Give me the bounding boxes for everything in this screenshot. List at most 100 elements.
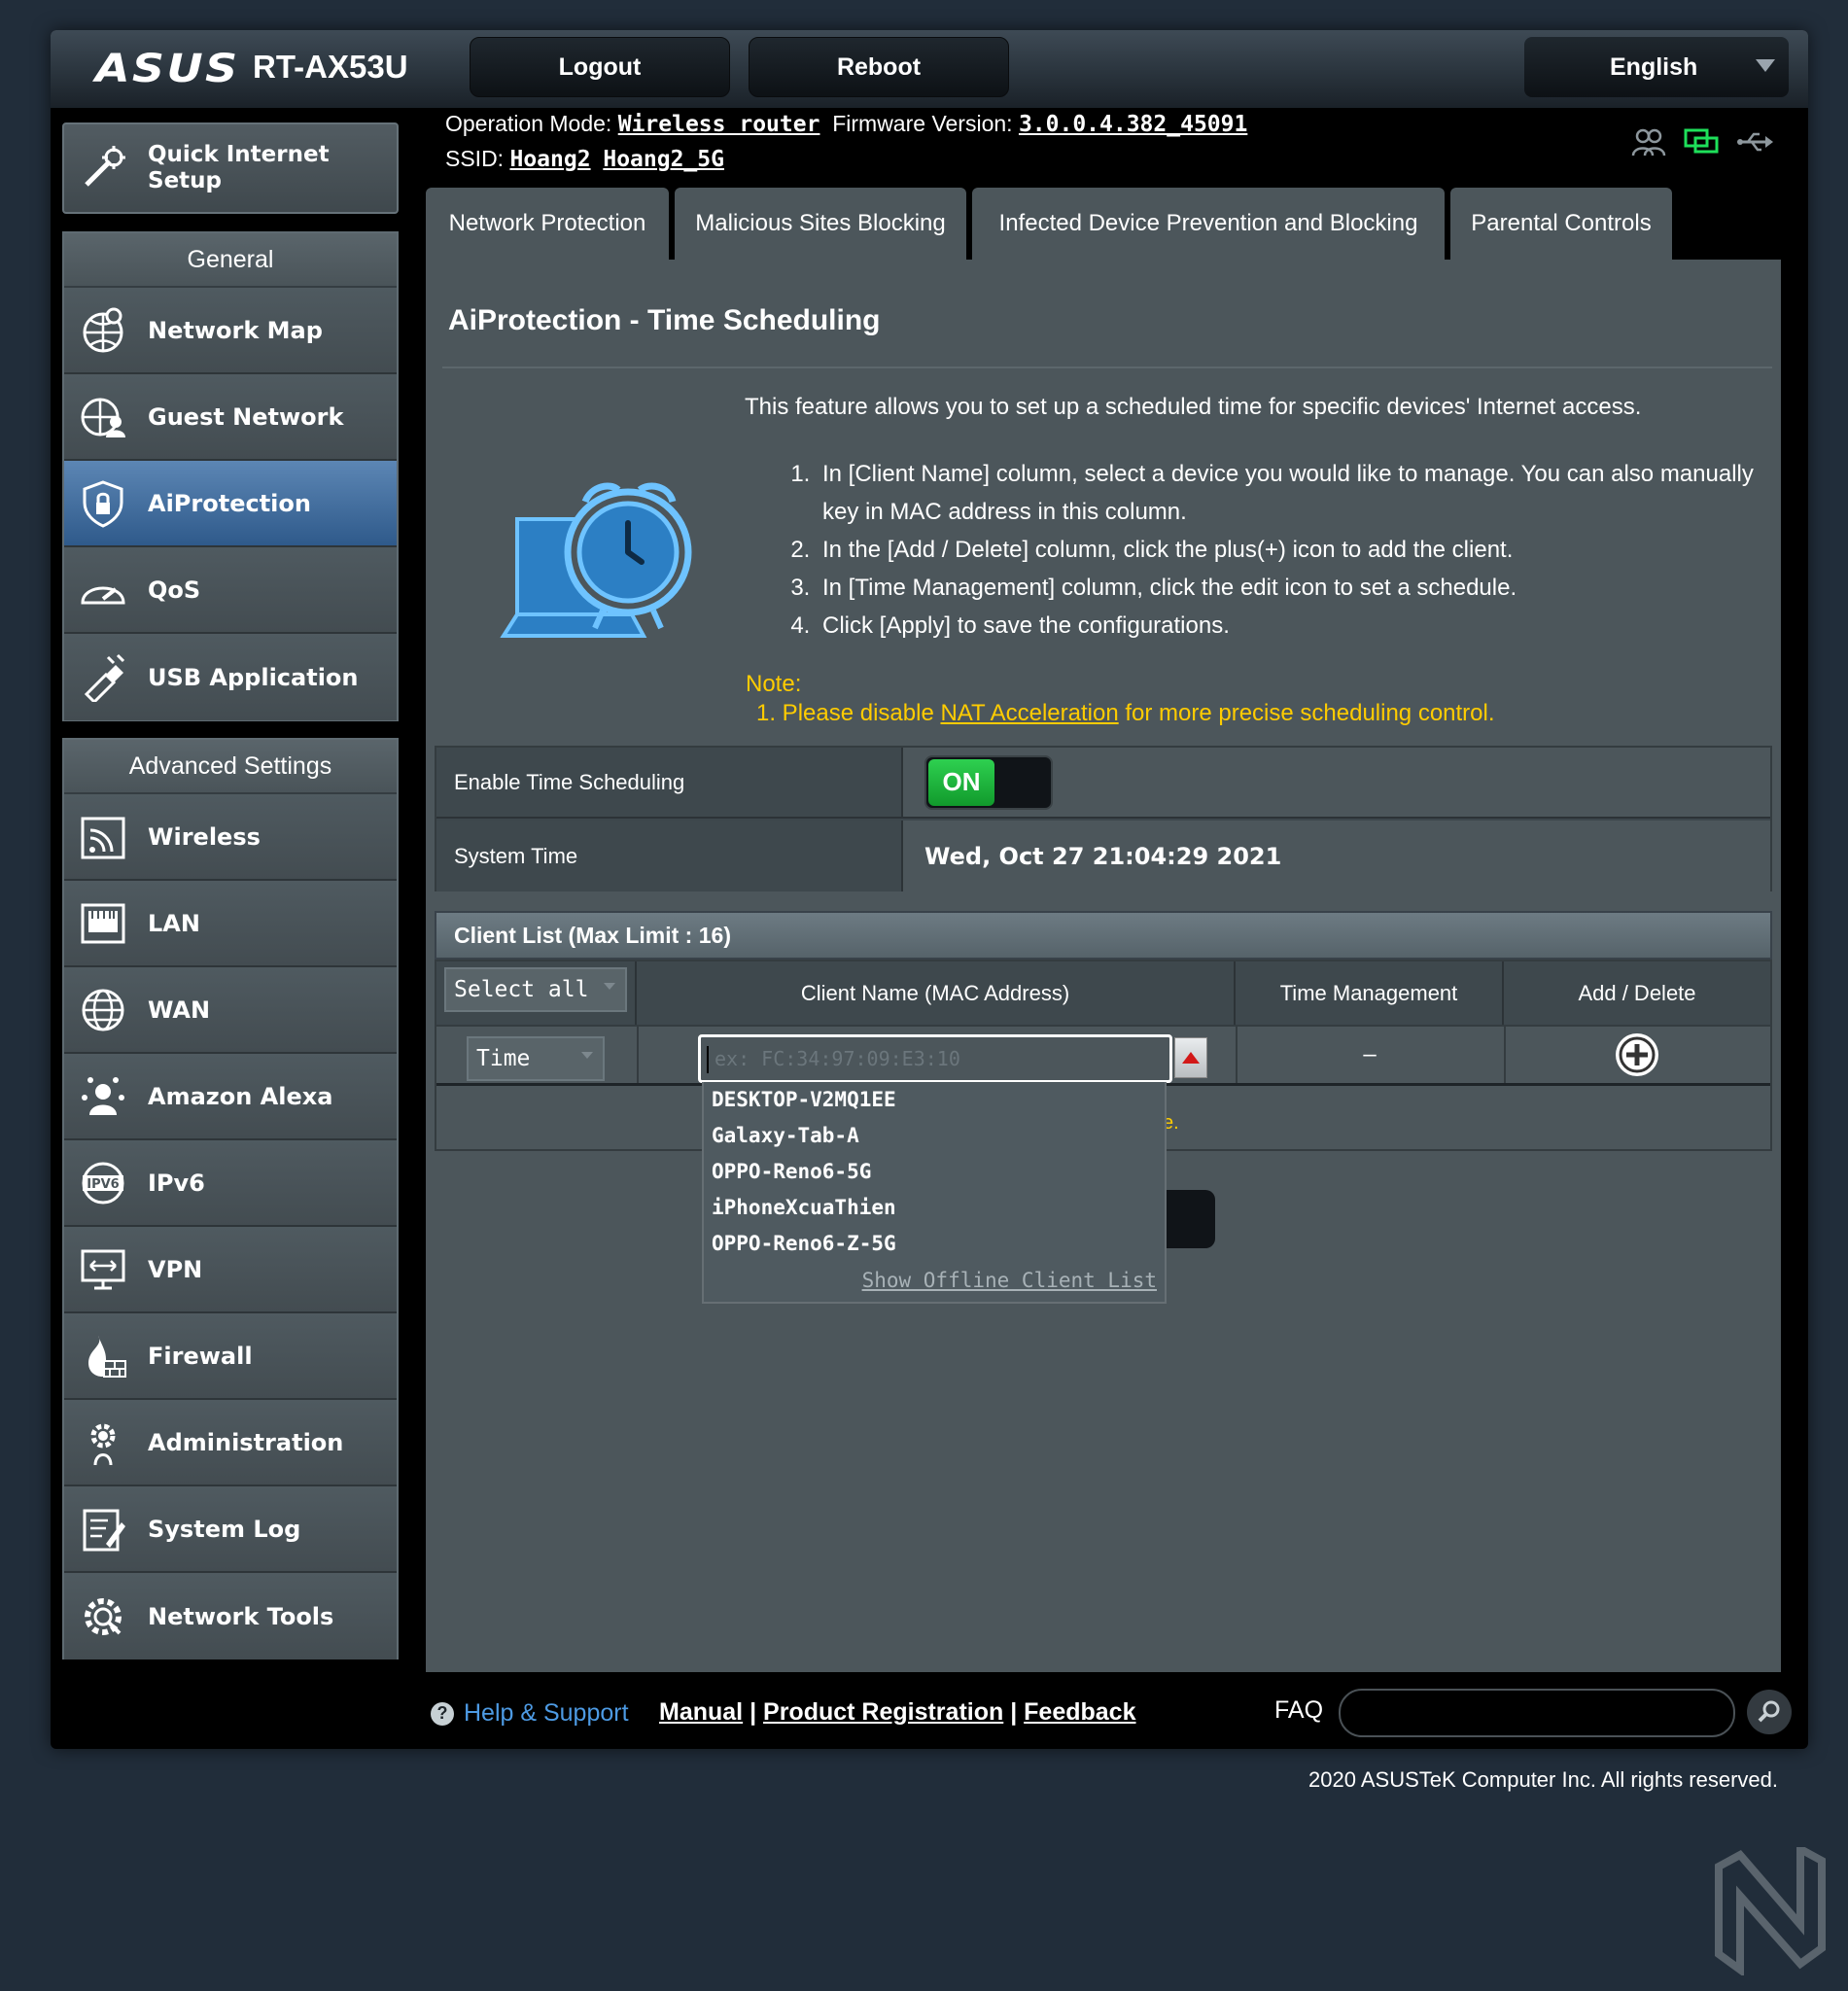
dropdown-client-item[interactable]: iPhoneXcuaThien xyxy=(712,1196,896,1219)
network-map-icon xyxy=(76,303,130,358)
dropdown-client-item[interactable]: DESKTOP-V2MQ1EE xyxy=(712,1088,896,1111)
enable-cell: ON xyxy=(903,748,1770,817)
sidebar-item-guest-network[interactable]: Guest Network xyxy=(64,374,397,461)
mac-address-input[interactable]: ex: FC:34:97:09:E3:10 xyxy=(698,1034,1172,1083)
dropdown-client-item[interactable]: Galaxy-Tab-A xyxy=(712,1124,859,1147)
system-log-icon xyxy=(76,1502,130,1556)
title-divider xyxy=(442,367,1772,368)
sidebar-item-wan[interactable]: WAN xyxy=(64,967,397,1054)
sidebar-item-network-map[interactable]: Network Map xyxy=(64,288,397,374)
time-scheduling-toggle[interactable]: ON xyxy=(924,754,1053,810)
instruction-step: In the [Add / Delete] column, click the … xyxy=(817,531,1769,569)
administration-icon xyxy=(76,1415,130,1470)
guest-network-icon xyxy=(76,390,130,444)
help-support[interactable]: ? Help & Support xyxy=(431,1699,629,1728)
sidebar-item-lan[interactable]: LAN xyxy=(64,881,397,967)
watermark-logo-icon xyxy=(1715,1847,1826,1975)
client-dropdown-toggle[interactable] xyxy=(1174,1037,1207,1078)
select-all-dropdown[interactable]: Select all xyxy=(444,967,627,1012)
enable-time-scheduling-label: Enable Time Scheduling xyxy=(436,748,903,817)
operation-mode-link[interactable]: Wireless router xyxy=(618,112,820,137)
sidebar-advanced: Advanced Settings Wireless LAN WAN Amazo… xyxy=(62,738,399,1659)
sidebar-item-label: Administration xyxy=(148,1428,344,1456)
status-icons xyxy=(1631,126,1775,157)
firmware-label: Firmware Version: xyxy=(832,111,1013,136)
instruction-step: In [Time Management] column, click the e… xyxy=(817,569,1769,607)
quick-internet-setup-button[interactable]: Quick Internet Setup xyxy=(62,122,399,214)
tab-network-protection[interactable]: Network Protection xyxy=(426,188,669,260)
chevron-down-icon xyxy=(581,1052,593,1059)
sidebar-item-label: System Log xyxy=(148,1515,301,1543)
product-registration-link[interactable]: Product Registration xyxy=(763,1698,1003,1726)
sidebar-item-amazon-alexa[interactable]: Amazon Alexa xyxy=(64,1054,397,1140)
sidebar-item-label: Wireless xyxy=(148,822,261,851)
sidebar-item-wireless[interactable]: Wireless xyxy=(64,794,397,881)
help-icon: ? xyxy=(431,1701,454,1726)
note-suffix: for more precise scheduling control. xyxy=(1118,700,1495,726)
system-time-cell: Wed, Oct 27 21:04:29 2021 xyxy=(903,821,1770,891)
logout-button[interactable]: Logout xyxy=(470,37,730,97)
general-header: General xyxy=(64,233,397,288)
tab-malicious-sites-blocking[interactable]: Malicious Sites Blocking xyxy=(675,188,966,260)
sidebar-item-system-log[interactable]: System Log xyxy=(64,1486,397,1573)
instruction-step: Click [Apply] to save the configurations… xyxy=(817,607,1769,645)
ssid-link-1[interactable]: Hoang2 xyxy=(509,147,590,172)
sidebar-item-label: Guest Network xyxy=(148,402,344,431)
system-time-row: System Time Wed, Oct 27 21:04:29 2021 xyxy=(436,821,1770,891)
tab-infected-device-prevention[interactable]: Infected Device Prevention and Blocking xyxy=(972,188,1445,260)
enable-row: Enable Time Scheduling ON xyxy=(436,748,1770,819)
sidebar-item-label: USB Application xyxy=(148,663,359,691)
quick-setup-label: Quick Internet Setup xyxy=(148,142,330,193)
language-select[interactable]: English xyxy=(1524,37,1789,97)
search-icon[interactable] xyxy=(1747,1690,1792,1734)
toggle-on-label: ON xyxy=(928,758,994,806)
system-time-value: Wed, Oct 27 21:04:29 2021 xyxy=(924,842,1282,870)
nat-acceleration-link[interactable]: NAT Acceleration xyxy=(940,700,1118,726)
faq-search-input[interactable] xyxy=(1339,1689,1735,1737)
add-client-button[interactable] xyxy=(1504,1027,1770,1083)
laptop-clock-illustration xyxy=(500,482,692,638)
time-management-value: – xyxy=(1363,1041,1377,1067)
ipv6-icon: IPV6 xyxy=(76,1156,130,1210)
sidebar-item-usb-application[interactable]: USB Application xyxy=(64,634,397,720)
tab-parental-controls[interactable]: Parental Controls xyxy=(1450,188,1672,260)
qos-icon xyxy=(76,563,130,617)
instruction-step: In [Client Name] column, select a device… xyxy=(817,455,1769,531)
client-dropdown-list: DESKTOP-V2MQ1EE Galaxy-Tab-A OPPO-Reno6-… xyxy=(702,1082,1167,1304)
time-scheduling-settings: Enable Time Scheduling ON System Time We… xyxy=(435,746,1772,891)
ssid-info: SSID: Hoang2 Hoang2_5G xyxy=(445,146,724,172)
internet-status-icon[interactable] xyxy=(1684,126,1719,157)
plus-icon xyxy=(1616,1033,1658,1076)
wan-icon xyxy=(76,983,130,1037)
manual-link[interactable]: Manual xyxy=(659,1698,743,1726)
usb-status-icon[interactable] xyxy=(1736,126,1775,157)
firmware-link[interactable]: 3.0.0.4.382_45091 xyxy=(1019,112,1247,137)
reboot-button[interactable]: Reboot xyxy=(749,37,1009,97)
sidebar-item-network-tools[interactable]: Network Tools xyxy=(64,1573,397,1659)
dropdown-client-item[interactable]: OPPO-Reno6-5G xyxy=(712,1160,871,1183)
sidebar-item-label: Firewall xyxy=(148,1342,253,1370)
feedback-link[interactable]: Feedback xyxy=(1024,1698,1135,1726)
language-value: English xyxy=(1610,52,1698,81)
instruction-steps: In [Client Name] column, select a device… xyxy=(787,455,1769,645)
show-offline-client-list-link[interactable]: Show Offline Client List xyxy=(862,1269,1157,1292)
sidebar-item-administration[interactable]: Administration xyxy=(64,1400,397,1486)
svg-text:IPV6: IPV6 xyxy=(87,1177,119,1192)
vpn-icon xyxy=(76,1242,130,1297)
triangle-up-icon xyxy=(1182,1052,1200,1064)
time-management-header: Time Management xyxy=(1236,961,1504,1025)
sidebar-item-vpn[interactable]: VPN xyxy=(64,1227,397,1313)
asus-logo: ASUS xyxy=(95,47,240,91)
advanced-header: Advanced Settings xyxy=(64,740,397,794)
sidebar-item-aiprotection[interactable]: AiProtection xyxy=(64,461,397,547)
sidebar-item-ipv6[interactable]: IPV6 IPv6 xyxy=(64,1140,397,1227)
dropdown-client-item[interactable]: OPPO-Reno6-Z-5G xyxy=(712,1232,896,1255)
sidebar-item-firewall[interactable]: Firewall xyxy=(64,1313,397,1400)
sidebar-item-label: AiProtection xyxy=(148,489,311,517)
sidebar-item-qos[interactable]: QoS xyxy=(64,547,397,634)
row-mode-dropdown[interactable]: Time xyxy=(467,1036,605,1081)
chevron-down-icon xyxy=(604,983,615,990)
apply-button[interactable] xyxy=(1165,1190,1215,1248)
ssid-link-2[interactable]: Hoang2_5G xyxy=(603,147,724,172)
clients-icon[interactable] xyxy=(1631,126,1666,157)
